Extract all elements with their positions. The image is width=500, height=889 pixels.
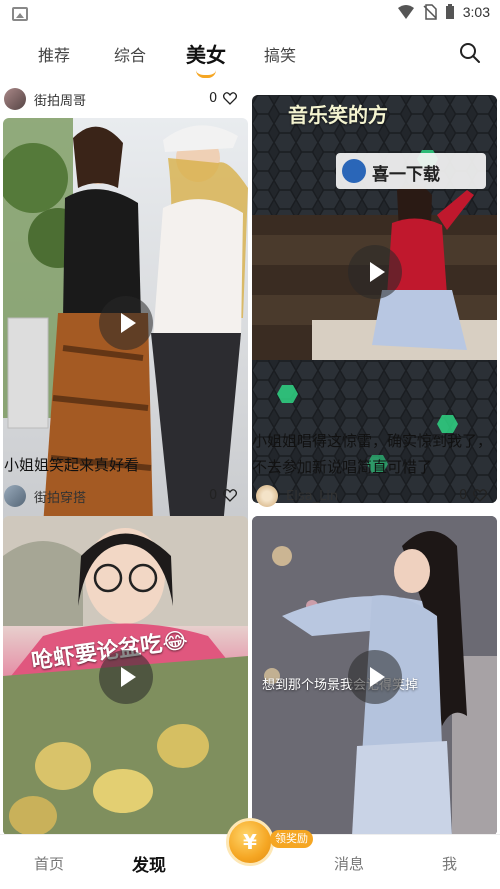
- video-overlay-caption: 音乐笑的方: [288, 103, 388, 127]
- active-tab-indicator: [196, 70, 216, 78]
- battery-icon: [445, 4, 454, 19]
- no-sim-icon: [423, 4, 437, 20]
- download-banner-text: 喜一下载: [372, 165, 440, 185]
- status-time: 3:03: [462, 4, 490, 20]
- play-button[interactable]: [99, 296, 153, 350]
- tab-funny[interactable]: 搞笑: [264, 42, 296, 66]
- author-name[interactable]: 街拍穿搭: [34, 487, 86, 506]
- gallery-icon: [12, 7, 28, 21]
- video-title[interactable]: 小姐姐唱得这惊雷，确实惊到我了，不去参加新说唱简直可惜了: [252, 428, 498, 480]
- like-count[interactable]: 0: [459, 488, 488, 503]
- nav-me[interactable]: 我: [442, 853, 457, 874]
- tab-general[interactable]: 综合: [114, 42, 146, 66]
- nav-home[interactable]: 首页: [34, 853, 64, 874]
- avatar[interactable]: [4, 88, 26, 110]
- coin-icon: ¥: [243, 830, 257, 854]
- card-author-row[interactable]: Elsa_Lin: [256, 482, 338, 510]
- tab-beauty[interactable]: 美女: [186, 39, 226, 68]
- author-name[interactable]: 街拍周哥: [34, 90, 86, 109]
- video-feed[interactable]: 街拍周哥 0 小姐姐笑起来真好看 音乐笑的方 喜一下载 小姐姐唱得这惊雷，确实惊…: [0, 80, 500, 834]
- heart-icon[interactable]: [473, 489, 488, 502]
- card-author-row[interactable]: 街拍周哥: [4, 85, 86, 113]
- video-thumbnail[interactable]: 呛虾要论盆吃😂: [3, 516, 248, 834]
- like-number: 0: [459, 488, 468, 503]
- nav-discover[interactable]: 发现: [132, 851, 166, 876]
- heart-icon[interactable]: [223, 489, 238, 502]
- tab-recommend[interactable]: 推荐: [38, 42, 70, 66]
- wifi-icon: [397, 5, 414, 19]
- search-icon[interactable]: [458, 41, 482, 65]
- avatar[interactable]: [4, 485, 26, 507]
- play-button[interactable]: [348, 245, 402, 299]
- nav-messages[interactable]: 消息: [334, 853, 364, 874]
- like-count[interactable]: 0: [209, 91, 238, 106]
- heart-icon[interactable]: [223, 92, 238, 105]
- reward-badge[interactable]: 领奖励: [270, 830, 313, 848]
- author-name[interactable]: Elsa_Lin: [286, 489, 338, 504]
- download-icon: [342, 159, 366, 183]
- status-icons: 3:03: [397, 4, 490, 20]
- play-button[interactable]: [348, 650, 402, 704]
- category-tabs: 推荐 综合 美女 搞笑: [0, 30, 500, 80]
- like-number: 0: [209, 488, 218, 503]
- card-author-row[interactable]: 街拍穿搭: [4, 482, 86, 510]
- play-button[interactable]: [99, 650, 153, 704]
- video-title[interactable]: 小姐姐笑起来真好看: [4, 452, 249, 478]
- video-thumbnail[interactable]: 想到那个场景我会记得笑掉: [252, 516, 497, 834]
- download-banner[interactable]: 喜一下载: [336, 153, 486, 189]
- like-count[interactable]: 0: [209, 488, 238, 503]
- reward-coin-button[interactable]: ¥: [226, 818, 274, 866]
- like-number: 0: [209, 91, 218, 106]
- status-bar: 3:03: [0, 0, 500, 30]
- avatar[interactable]: [256, 485, 278, 507]
